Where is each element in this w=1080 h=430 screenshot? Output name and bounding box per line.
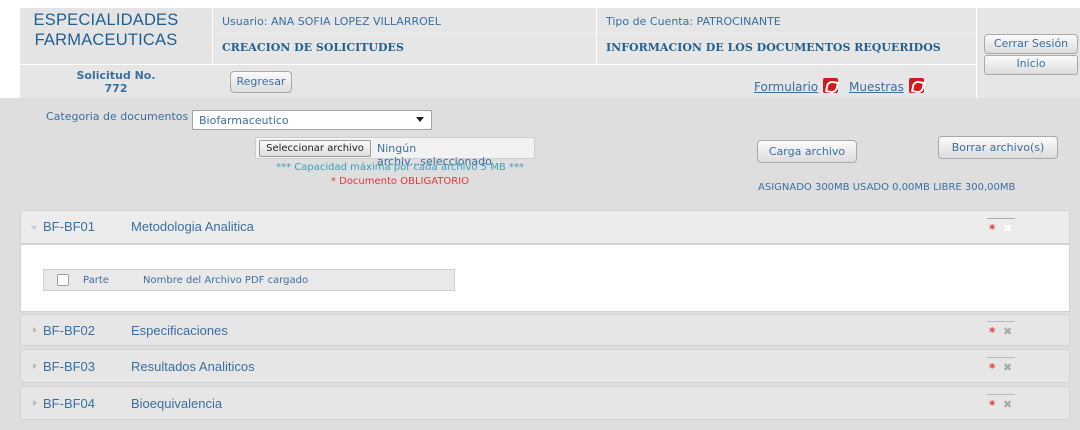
capacity-note: *** Capacidad máxima por cada archivo 5 …: [276, 162, 524, 173]
file-input[interactable]: Seleccionar archivo Ningún archiv...sele…: [255, 137, 535, 168]
divider: [596, 8, 597, 64]
divider: [987, 321, 1015, 322]
form-link-group[interactable]: Formulario: [754, 76, 839, 95]
section-code: BF-BF03: [43, 359, 96, 374]
files-table-header: Parte Nombre del Archivo PDF cargado: [43, 269, 455, 291]
section-header-bf01[interactable]: BF-BF01 Metodologia Analitica * ✖: [20, 210, 1070, 244]
divider: [212, 8, 213, 64]
brand-line1: ESPECIALIDADES: [33, 11, 179, 29]
delete-icon[interactable]: ✖: [1003, 398, 1012, 411]
section-panel-bf01: Parte Nombre del Archivo PDF cargado: [20, 244, 1070, 312]
category-select[interactable]: Biofarmaceutico: [192, 110, 432, 130]
module-title: CREACION DE SOLICITUDES: [222, 41, 404, 54]
section-title: INFORMACION DE LOS DOCUMENTOS REQUERIDOS: [606, 41, 941, 54]
section-title: Bioequivalencia: [131, 396, 223, 411]
section-header-bf03[interactable]: BF-BF03 Resultados Analiticos * ✖: [20, 349, 1070, 383]
chevron-right-icon: [33, 363, 37, 369]
section-title: Metodologia Analitica: [131, 219, 254, 234]
section-header-bf04[interactable]: BF-BF04 Bioequivalencia * ✖: [20, 386, 1070, 420]
brand-line2: FARMACEUTICAS: [34, 31, 178, 49]
required-icon: *: [989, 361, 996, 375]
delete-icon[interactable]: ✖: [1003, 325, 1012, 338]
chevron-down-icon: [31, 226, 37, 230]
divider: [987, 218, 1015, 219]
required-icon: *: [989, 325, 996, 339]
section-title: Especificaciones: [131, 323, 228, 338]
col-part: Parte: [83, 275, 109, 286]
divider: [976, 8, 977, 98]
pdf-icon[interactable]: [823, 78, 839, 93]
divider: [987, 357, 1015, 358]
storage-quota: ASIGNADO 300MB USADO 0,00MB LIBRE 300,00…: [758, 182, 1016, 193]
category-label: Categoria de documentos: [46, 110, 189, 123]
chevron-down-icon: [416, 117, 424, 122]
category-value: Biofarmaceutico: [199, 114, 289, 127]
brand-title: ESPECIALIDADES FARMACEUTICAS: [26, 10, 186, 50]
delete-icon[interactable]: ✖: [1003, 222, 1012, 235]
divider: [987, 394, 1015, 395]
home-button[interactable]: Inicio: [984, 55, 1078, 75]
section-code: BF-BF02: [43, 323, 96, 338]
pdf-icon[interactable]: [908, 78, 924, 93]
upload-button[interactable]: Carga archivo: [757, 140, 857, 163]
delete-files-button[interactable]: Borrar archivo(s): [938, 136, 1058, 159]
required-icon: *: [989, 222, 996, 236]
choose-file-button[interactable]: Seleccionar archivo: [259, 140, 371, 157]
divider: [212, 33, 976, 34]
required-icon: *: [989, 398, 996, 412]
divider: [20, 64, 976, 65]
form-link[interactable]: Formulario: [754, 80, 818, 94]
section-code: BF-BF01: [43, 219, 96, 234]
request-info: Solicitud No. 772: [20, 69, 212, 95]
logout-button[interactable]: Cerrar Sesión: [984, 34, 1078, 54]
request-number: 772: [104, 82, 128, 95]
section-header-bf02[interactable]: BF-BF02 Especificaciones * ✖: [20, 314, 1070, 346]
col-file-name: Nombre del Archivo PDF cargado: [143, 275, 309, 286]
samples-link[interactable]: Muestras: [849, 80, 904, 94]
request-label: Solicitud No.: [76, 69, 156, 82]
samples-link-group[interactable]: Muestras: [849, 76, 924, 95]
back-button[interactable]: Regresar: [230, 71, 292, 93]
select-all-checkbox[interactable]: [57, 274, 69, 286]
delete-icon[interactable]: ✖: [1003, 361, 1012, 374]
account-type: Tipo de Cuenta: PATROCINANTE: [606, 15, 781, 28]
section-title: Resultados Analiticos: [131, 359, 255, 374]
chevron-right-icon: [33, 327, 37, 333]
chevron-right-icon: [33, 400, 37, 406]
user-label: Usuario: ANA SOFIA LOPEZ VILLARROEL: [222, 15, 441, 28]
section-code: BF-BF04: [43, 396, 96, 411]
required-note: * Documento OBLIGATORIO: [330, 176, 470, 187]
